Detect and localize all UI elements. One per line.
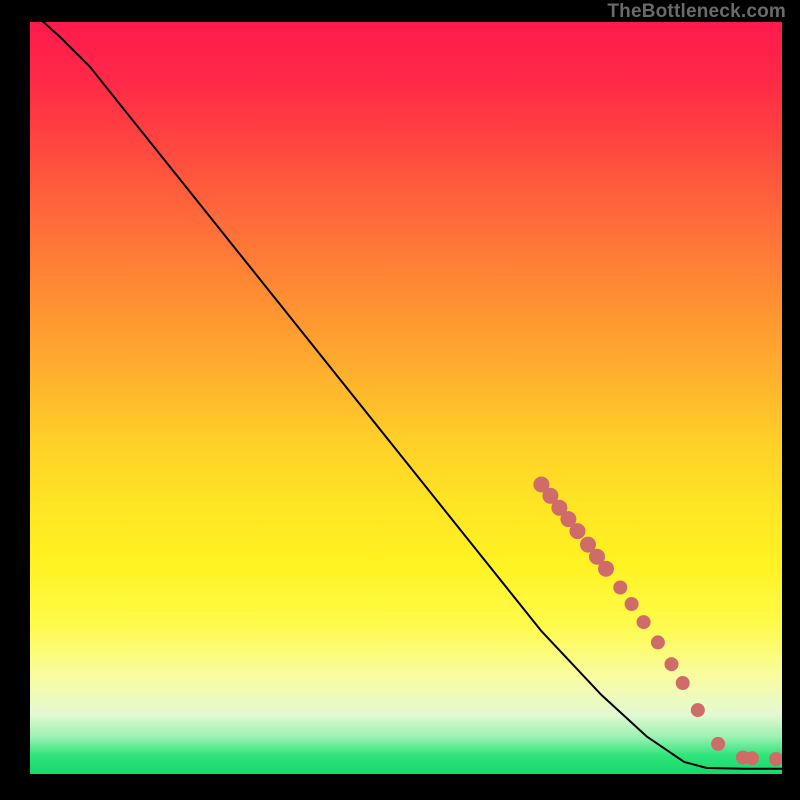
data-dot	[625, 597, 639, 611]
data-dot	[769, 752, 782, 766]
bottleneck-curve	[30, 22, 782, 769]
data-dot	[551, 500, 567, 516]
data-dot	[598, 561, 614, 577]
data-dot	[637, 615, 651, 629]
data-dot	[580, 537, 596, 553]
data-dots	[533, 477, 782, 767]
data-dot	[711, 737, 725, 751]
data-dot	[613, 581, 627, 595]
data-dot	[665, 657, 679, 671]
attribution-text: TheBottleneck.com	[607, 2, 786, 21]
data-dot	[533, 477, 549, 493]
data-dot	[745, 751, 759, 765]
data-dot	[691, 703, 705, 717]
data-dot	[570, 523, 586, 539]
chart-svg	[30, 22, 782, 774]
data-dot	[560, 511, 576, 527]
chart-stage: TheBottleneck.com	[0, 0, 800, 800]
data-dot	[676, 676, 690, 690]
data-dot	[651, 635, 665, 649]
data-dot	[542, 488, 558, 504]
plot-area	[30, 22, 782, 774]
data-dot	[736, 751, 750, 765]
data-dot	[589, 549, 605, 565]
